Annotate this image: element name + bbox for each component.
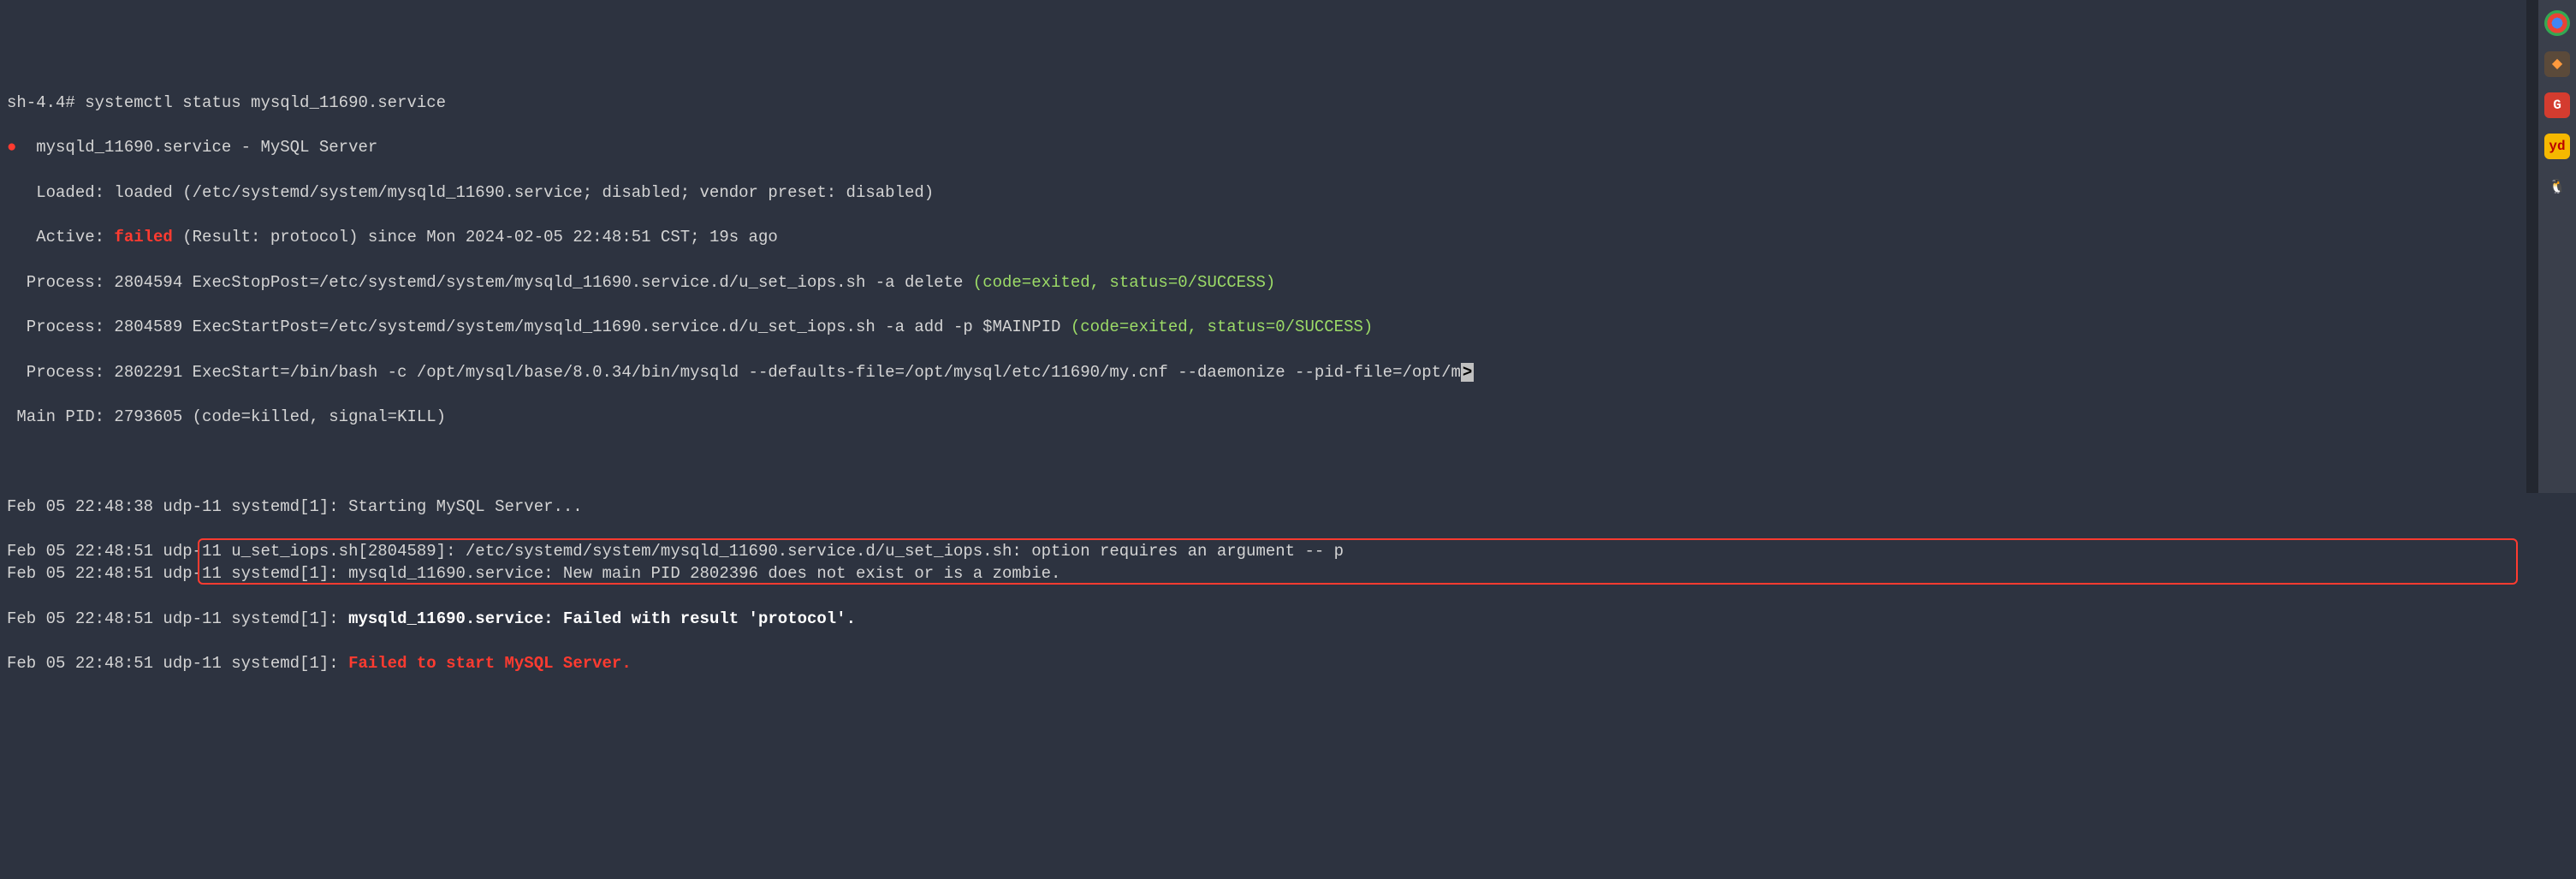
process2-text: Process: 2804589 ExecStartPost=/etc/syst… xyxy=(7,318,1071,336)
chrome-icon[interactable] xyxy=(2544,10,2570,36)
status-dot-icon: ● xyxy=(7,138,16,157)
blank-line xyxy=(7,450,2569,472)
terminal-prompt-line[interactable]: sh-4.4# systemctl status mysqld_11690.se… xyxy=(7,92,2569,114)
loaded-value: loaded (/etc/systemd/system/mysqld_11690… xyxy=(114,183,934,202)
log-line-3: Feb 05 22:48:51 udp-11 systemd[1]: mysql… xyxy=(7,562,2569,585)
log-line-5: Feb 05 22:48:51 udp-11 systemd[1]: Faile… xyxy=(7,652,2569,674)
log4-bold: mysqld_11690.service: Failed with result… xyxy=(348,609,856,628)
log-line-1: Feb 05 22:48:38 udp-11 systemd[1]: Start… xyxy=(7,496,2569,518)
qq-penguin-icon[interactable]: 🐧 xyxy=(2544,175,2570,200)
process-line-1: Process: 2804594 ExecStopPost=/etc/syste… xyxy=(7,271,2569,294)
process3-text: Process: 2802291 ExecStart=/bin/bash -c … xyxy=(7,363,1461,382)
system-tray: ◆ G yd 🐧 xyxy=(2538,0,2576,493)
active-rest: (Result: protocol) since Mon 2024-02-05 … xyxy=(173,228,778,246)
shell-prompt: sh-4.4# xyxy=(7,93,85,112)
process2-code: (code=exited, status=0/SUCCESS) xyxy=(1071,318,1373,336)
log1-text: Feb 05 22:48:38 udp-11 systemd[1]: Start… xyxy=(7,497,583,516)
mainpid-text: Main PID: 2793605 (code=killed, signal=K… xyxy=(7,407,446,426)
process-line-3: Process: 2802291 ExecStart=/bin/bash -c … xyxy=(7,361,2569,383)
highlighted-log-block: Feb 05 22:48:51 udp-11 u_set_iops.sh[280… xyxy=(7,540,2569,585)
process1-code: (code=exited, status=0/SUCCESS) xyxy=(973,273,1275,292)
active-label: Active: xyxy=(7,228,114,246)
app-launcher-icon[interactable]: ◆ xyxy=(2544,51,2570,77)
command-text: systemctl status mysqld_11690.service xyxy=(85,93,446,112)
dictionary-icon[interactable]: yd xyxy=(2544,134,2570,159)
unit-name: mysqld_11690.service - MySQL Server xyxy=(36,138,377,157)
assistant-icon[interactable]: G xyxy=(2544,92,2570,118)
scrollbar[interactable] xyxy=(2526,0,2538,493)
truncate-icon: > xyxy=(1461,363,1474,382)
log-line-2: Feb 05 22:48:51 udp-11 u_set_iops.sh[280… xyxy=(7,540,2569,562)
unit-header-line: ● mysqld_11690.service - MySQL Server xyxy=(7,136,2569,158)
log5-red: Failed to start MySQL Server. xyxy=(348,654,632,673)
log4-pre: Feb 05 22:48:51 udp-11 systemd[1]: xyxy=(7,609,348,628)
process1-text: Process: 2804594 ExecStopPost=/etc/syste… xyxy=(7,273,973,292)
log5-pre: Feb 05 22:48:51 udp-11 systemd[1]: xyxy=(7,654,348,673)
loaded-line: Loaded: loaded (/etc/systemd/system/mysq… xyxy=(7,181,2569,204)
active-line: Active: failed (Result: protocol) since … xyxy=(7,226,2569,248)
log-line-4: Feb 05 22:48:51 udp-11 systemd[1]: mysql… xyxy=(7,608,2569,630)
main-pid-line: Main PID: 2793605 (code=killed, signal=K… xyxy=(7,406,2569,428)
active-status: failed xyxy=(114,228,172,246)
loaded-label: Loaded: xyxy=(7,183,114,202)
process-line-2: Process: 2804589 ExecStartPost=/etc/syst… xyxy=(7,316,2569,338)
